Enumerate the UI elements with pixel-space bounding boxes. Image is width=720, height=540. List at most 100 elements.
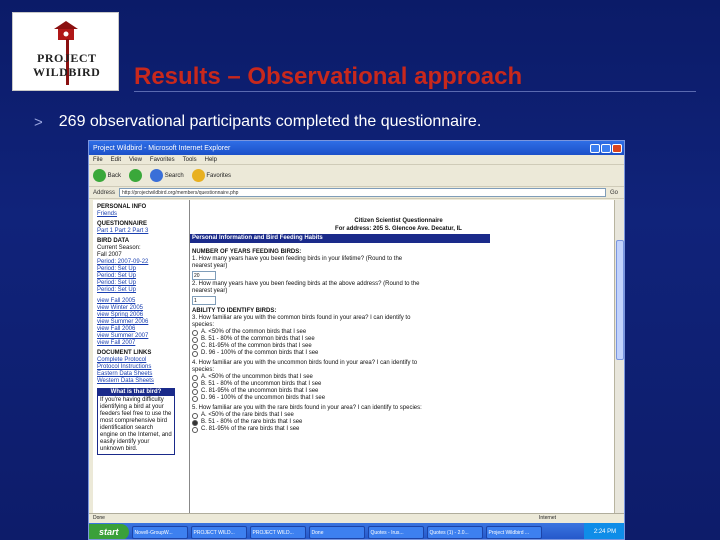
view-season-link[interactable]: view Fall 2005 [97,298,175,305]
page-scrollbar[interactable] [614,200,624,520]
taskbar-item[interactable]: PROJECT WILD... [249,525,306,539]
view-season-link[interactable]: view Fall 2007 [97,340,175,347]
q4-option[interactable]: A. <50% of the uncommon birds that I see [192,374,422,381]
document-link[interactable]: Eastern Data Sheets [97,371,175,378]
period-link[interactable]: Period: Set Up [97,273,175,280]
browser-screenshot: Project Wildbird - Microsoft Internet Ex… [88,140,625,540]
friends-link[interactable]: Friends [97,211,175,218]
close-icon[interactable] [612,143,622,153]
radio-button[interactable] [192,350,198,357]
birdhouse-icon [54,21,78,40]
web-page: PERSONAL INFO Friends QUESTIONNAIRE Part… [93,200,615,520]
help-box-text: If you're having difficulty identifying … [100,397,172,452]
q3-option[interactable]: C. 81-95% of the common birds that I see [192,343,422,350]
search-button[interactable]: Search [150,169,184,182]
view-season-link[interactable]: view Winter 2005 [97,305,175,312]
slide-title: Results – Observational approach [134,63,523,90]
taskbar-item[interactable]: Novell-GroupW... [131,525,188,539]
logo-text-line1: PROJECT [37,51,97,65]
q5-option[interactable]: C. 81-95% of the rare birds that I see [192,426,422,433]
q3-option[interactable]: B. 51 - 80% of the common birds that I s… [192,336,422,343]
option-label: A. <50% of the uncommon birds that I see [201,374,313,380]
document-link[interactable]: Western Data Sheets [97,378,175,385]
q4-option[interactable]: B. 51 - 80% of the uncommon birds that I… [192,381,422,388]
radio-button[interactable] [192,388,198,395]
menu-tools[interactable]: Tools [183,157,197,163]
system-clock: 2:24 PM [584,523,624,539]
current-season-value: Fall 2007 [97,252,122,258]
help-box-title: What is that bird? [98,389,174,396]
view-season-link[interactable]: view Fall 2006 [97,326,175,333]
question-2-input[interactable]: 1 [192,296,216,305]
menu-view[interactable]: View [129,157,142,163]
question-1: 1. How many years have you been feeding … [192,256,403,269]
forward-arrow-icon[interactable] [129,169,143,182]
project-wildbird-logo: PROJECT WILDBIRD [12,12,119,91]
question-3: 3. How familiar are you with the common … [192,315,411,328]
browser-title: Project Wildbird - Microsoft Internet Ex… [93,144,231,152]
browser-titlebar: Project Wildbird - Microsoft Internet Ex… [89,141,624,155]
document-link[interactable]: Complete Protocol [97,357,175,364]
taskbar-item[interactable]: PROJECT WILD... [190,525,247,539]
view-season-link[interactable]: view Summer 2006 [97,319,175,326]
radio-button[interactable] [192,412,198,419]
questionnaire-main: Citizen Scientist Questionnaire For addr… [189,200,607,520]
radio-button-selected[interactable] [192,419,198,426]
option-label: C. 81-95% of the uncommon birds that I s… [201,388,319,394]
scrollbar-thumb[interactable] [616,240,624,360]
address-label: Address [93,189,116,196]
questionnaire-title: Citizen Scientist Questionnaire [354,218,443,224]
option-label: D. 96 - 100% of the uncommon birds that … [201,395,326,401]
radio-button[interactable] [192,374,198,381]
bird-data-heading: BIRD DATA [97,238,130,244]
period-link[interactable]: Period: Set Up [97,266,175,273]
radio-button[interactable] [192,343,198,350]
document-link[interactable]: Protocol Instructions [97,364,175,371]
questionnaire-header: Citizen Scientist Questionnaire For addr… [190,200,607,233]
maximize-icon[interactable] [601,143,611,153]
q5-option[interactable]: B. 51 - 80% of the rare birds that I see [192,419,422,426]
q4-option[interactable]: C. 81-95% of the uncommon birds that I s… [192,388,422,395]
q3-option[interactable]: A. <50% of the common birds that I see [192,329,422,336]
menu-favorites[interactable]: Favorites [150,157,175,163]
personal-info-heading: PERSONAL INFO [97,204,147,210]
question-1-input[interactable]: 20 [192,271,216,280]
q4-option[interactable]: D. 96 - 100% of the uncommon birds that … [192,395,422,402]
radio-button[interactable] [192,381,198,388]
radio-button[interactable] [192,426,198,433]
menu-edit[interactable]: Edit [111,157,121,163]
taskbar-item[interactable]: Quotes (1) - 2.0... [426,525,483,539]
taskbar-item[interactable]: Done [308,525,365,539]
menu-file[interactable]: File [93,157,103,163]
browser-toolbar: Back Search Favorites [89,165,624,187]
title-divider [134,91,696,92]
option-label: A. <50% of the common birds that I see [201,329,307,335]
menu-help[interactable]: Help [205,157,217,163]
view-season-link[interactable]: view Summer 2007 [97,333,175,340]
address-input[interactable]: http://projectwildbird.org/members/quest… [119,188,606,197]
radio-button[interactable] [192,329,198,336]
start-button[interactable]: start [89,524,129,539]
questionnaire-parts-link[interactable]: Part 1 Part 2 Part 3 [97,228,175,235]
period-link[interactable]: Period: Set Up [97,287,175,294]
view-season-link[interactable]: view Spring 2006 [97,312,175,319]
favorites-button[interactable]: Favorites [191,169,231,182]
questionnaire-address: For address: 205 S. Glencoe Ave. Decatur… [335,226,462,232]
current-season-label: Current Season: [97,245,141,251]
taskbar-item[interactable]: Quotes - Irus... [367,525,424,539]
q5-option[interactable]: A. <50% of the rare birds that I see [192,412,422,419]
document-links-heading: DOCUMENT LINKS [97,350,152,356]
logo-text-line2: WILDBIRD [33,65,101,79]
taskbar-item[interactable]: Project Wildbird ... [485,525,542,539]
back-button[interactable]: Back [93,169,121,182]
radio-button[interactable] [192,336,198,343]
period-link[interactable]: Period: Set Up [97,280,175,287]
q3-option[interactable]: D. 96 - 100% of the common birds that I … [192,350,422,357]
period-link[interactable]: Period: 2007-09-22 [97,259,175,266]
minimize-icon[interactable] [590,143,600,153]
go-button[interactable]: Go [610,190,618,196]
ability-heading: ABILITY TO IDENTIFY BIRDS: [192,308,277,314]
radio-button[interactable] [192,395,198,402]
option-label: C. 81-95% of the common birds that I see [201,343,312,349]
back-label: Back [107,173,122,180]
